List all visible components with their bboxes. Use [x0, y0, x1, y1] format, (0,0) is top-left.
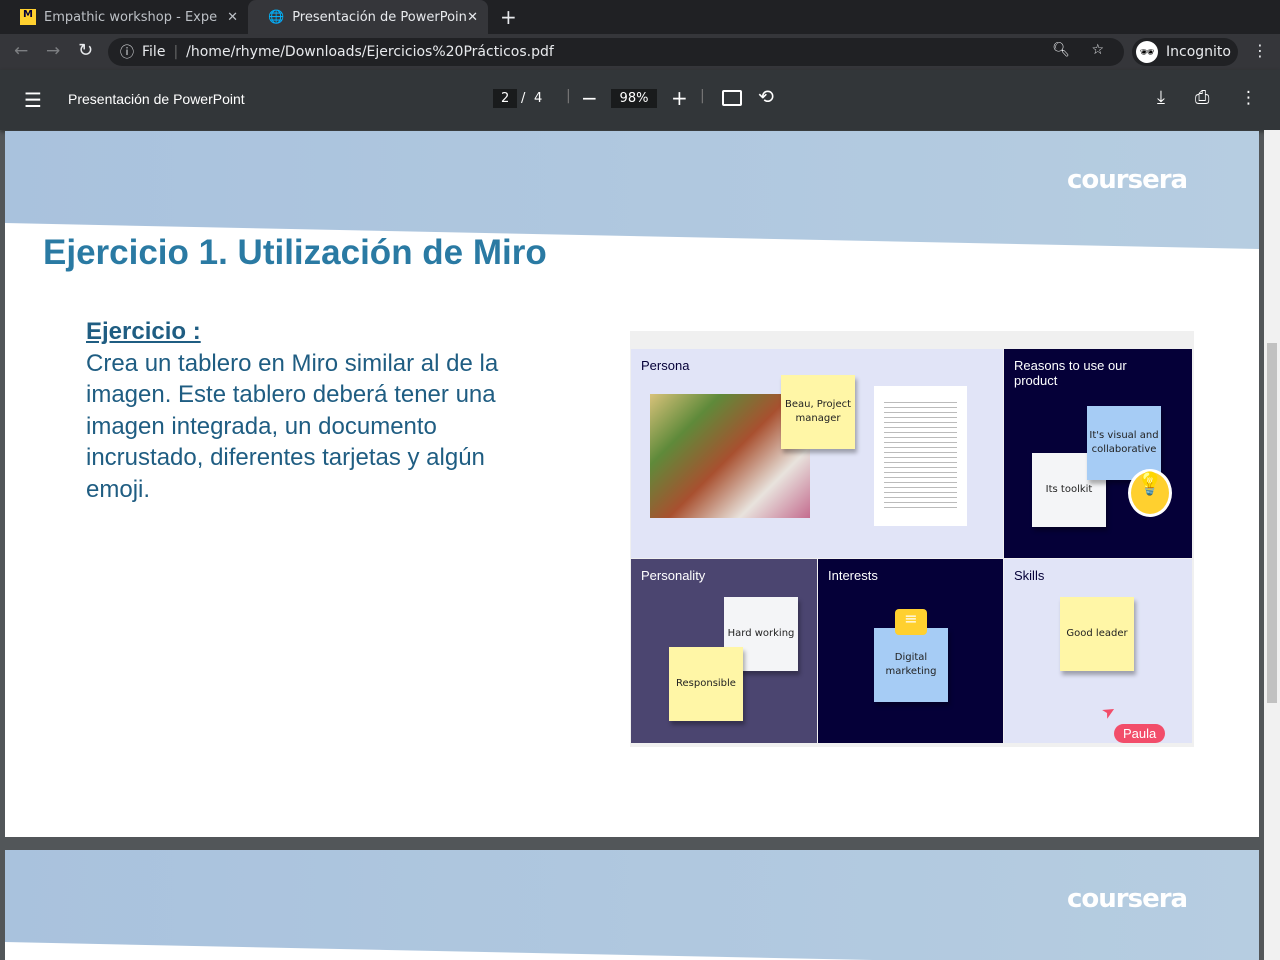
tab-strip: M Empathic workshop - Expe ✕ 🌐 Presentac…	[0, 0, 1280, 34]
info-icon: ⓘ	[120, 45, 134, 61]
url-text: /home/rhyme/Downloads/Ejercicios%20Práct…	[186, 44, 554, 60]
skills-panel: Skills Good leader ➤ Paula	[1004, 559, 1192, 743]
personality-panel: Personality Hard working Responsible	[631, 559, 817, 743]
hamburger-icon[interactable]: ☰	[24, 88, 42, 112]
scheme-label: File	[142, 44, 166, 60]
reasons-panel: Reasons to use our product Its toolkit I…	[1004, 349, 1192, 558]
lightbulb-emoji-icon: 💡	[1128, 469, 1172, 517]
divider: |	[700, 88, 705, 104]
incognito-icon: 🕶	[1136, 41, 1158, 63]
browser-toolbar: ← → ↻ ⓘ File | /home/rhyme/Downloads/Eje…	[0, 34, 1280, 70]
page-input[interactable]: 2	[493, 89, 518, 108]
slide-title: Ejercicio 1. Utilización de Miro	[43, 233, 547, 272]
fit-page-icon[interactable]	[722, 90, 742, 106]
panel-label: Skills	[1014, 568, 1045, 583]
zoom-out-button[interactable]: −	[581, 86, 598, 110]
coursera-logo: coursera	[1067, 884, 1188, 914]
sticky-note: Digital marketing	[874, 628, 948, 702]
sticky-note: Good leader	[1060, 597, 1134, 671]
back-button[interactable]: ←	[14, 41, 28, 61]
download-icon[interactable]: ⤓	[1157, 87, 1165, 108]
star-icon[interactable]: ☆	[1091, 42, 1104, 58]
document-title: Presentación de PowerPoint	[68, 91, 245, 107]
globe-icon: 🌐	[268, 9, 285, 25]
incognito-badge[interactable]: 🕶 Incognito	[1132, 38, 1238, 66]
profile-label: Incognito	[1166, 44, 1231, 60]
cursor-icon: ➤	[1098, 699, 1120, 724]
address-bar[interactable]: ⓘ File | /home/rhyme/Downloads/Ejercicio…	[108, 38, 1124, 66]
panel-label: Reasons to use our product	[1014, 358, 1127, 388]
tab-miro[interactable]: M Empathic workshop - Expe ✕	[0, 0, 248, 34]
persona-panel: Persona Beau, Project manager	[631, 349, 1003, 558]
close-icon[interactable]: ✕	[227, 10, 238, 25]
exercise-text: Ejercicio : Crea un tablero en Miro simi…	[86, 316, 526, 505]
new-tab-button[interactable]: +	[500, 5, 517, 29]
zoom-level[interactable]: 98%	[611, 89, 657, 108]
chat-emoji-icon: ≡	[895, 609, 927, 635]
cursor-label: Paula	[1114, 724, 1166, 743]
panel-label: Persona	[641, 358, 690, 373]
zoom-in-button[interactable]: +	[671, 86, 688, 110]
page-sep: /	[521, 91, 526, 106]
pdf-page-2: coursera Ejercicio 1. Utilización de Mir…	[5, 131, 1259, 837]
more-icon[interactable]: ⋮	[1240, 88, 1257, 108]
divider: |	[566, 88, 571, 104]
exercise-body: Crea un tablero en Miro similar al de la…	[86, 349, 499, 503]
tab-title: Empathic workshop - Expe	[44, 9, 218, 25]
interests-panel: Interests Digital marketing ≡	[818, 559, 1003, 743]
page-total: 4	[534, 91, 543, 106]
embedded-document	[874, 386, 967, 526]
pdf-toolbar: ☰ Presentación de PowerPoint 2 / 4 | − 9…	[0, 70, 1280, 130]
panel-label: Interests	[828, 568, 878, 583]
miro-board-image: Persona Beau, Project manager Reasons to…	[630, 331, 1194, 747]
coursera-logo: coursera	[1067, 165, 1188, 195]
scrollbar-thumb[interactable]	[1267, 343, 1277, 703]
sticky-note: Beau, Project manager	[781, 375, 855, 449]
tab-title: Presentación de PowerPoin	[292, 9, 467, 25]
menu-icon[interactable]: ⋮	[1252, 41, 1268, 60]
rotate-icon[interactable]: ⟲	[758, 86, 774, 108]
close-icon[interactable]: ✕	[467, 10, 478, 25]
miro-icon: M	[20, 9, 36, 25]
forward-button[interactable]: →	[46, 41, 60, 61]
reload-button[interactable]: ↻	[78, 40, 93, 61]
exercise-heading: Ejercicio :	[86, 318, 201, 345]
panel-label: Personality	[641, 568, 706, 583]
divider: |	[173, 44, 179, 60]
pdf-page-3: coursera	[5, 850, 1259, 960]
scrollbar[interactable]	[1264, 130, 1280, 960]
tab-pdf[interactable]: 🌐 Presentación de PowerPoin ✕	[248, 0, 488, 34]
print-icon[interactable]: ⎙	[1195, 87, 1209, 108]
zoom-icon[interactable]: 🔍︎	[1052, 42, 1070, 58]
sticky-note: Responsible	[669, 647, 743, 721]
